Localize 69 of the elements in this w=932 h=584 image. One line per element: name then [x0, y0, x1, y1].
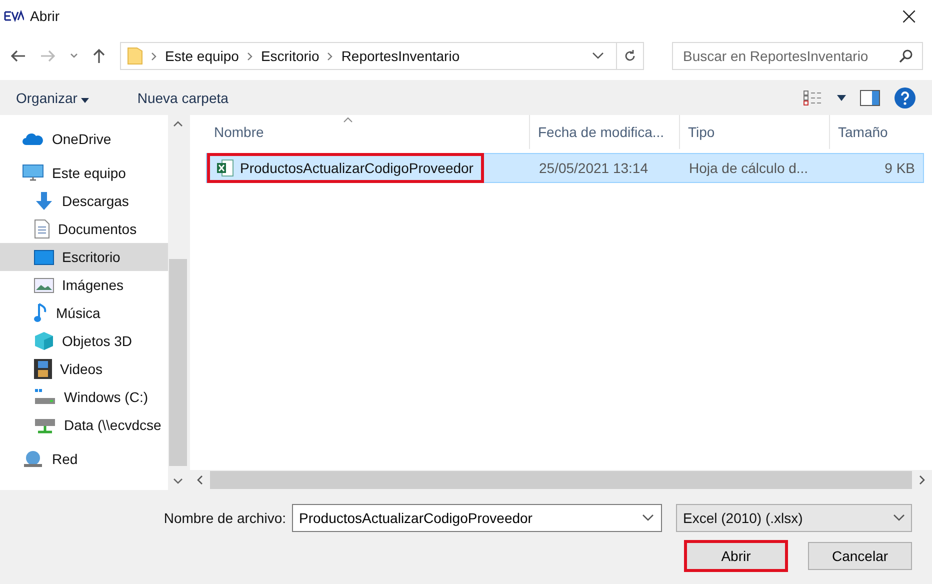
search-icon [899, 49, 913, 63]
nav-item[interactable]: Imágenes [0, 271, 168, 299]
column-header[interactable]: Fecha de modifica... [530, 115, 680, 149]
up-arrow-icon[interactable] [92, 48, 106, 64]
nav-item[interactable]: Red [0, 445, 168, 473]
file-name-cell: ProductosActualizarCodigoProveedor [207, 153, 484, 183]
horizontal-scrollbar[interactable] [190, 470, 932, 490]
document-icon [34, 219, 50, 239]
chevron-down-icon[interactable] [642, 514, 654, 522]
nav-item[interactable]: Escritorio [0, 243, 168, 271]
nav-item[interactable]: Documentos [0, 215, 168, 243]
size-cell-text: 9 KB [884, 160, 916, 176]
view-options-icon[interactable] [803, 90, 823, 106]
nav-item[interactable]: Videos [0, 355, 168, 383]
monitor-icon [22, 164, 44, 182]
new-folder-button[interactable]: Nueva carpeta [127, 86, 238, 110]
picture-icon [34, 278, 54, 292]
breadcrumb-item[interactable]: Este equipo [165, 48, 239, 64]
app-logo-icon [4, 10, 24, 22]
chevron-right-icon [151, 52, 157, 60]
chevron-right-icon [246, 52, 253, 60]
spreadsheet-icon [216, 159, 234, 177]
column-header[interactable]: Tipo [680, 115, 830, 149]
caret-down-icon[interactable] [837, 94, 846, 100]
date-cell-text: 25/05/2021 13:14 [538, 160, 649, 176]
breadcrumb-item[interactable]: ReportesInventario [341, 48, 460, 64]
nav-item[interactable]: Descargas [0, 187, 168, 215]
caret-down-icon [81, 98, 90, 102]
chevron-down-icon[interactable] [592, 52, 604, 60]
file-type-dropdown[interactable]: Excel (2010) (.xlsx) [676, 504, 912, 532]
column-header[interactable]: Nombre [190, 115, 530, 149]
file-name-field[interactable]: ProductosActualizarCodigoProveedor [292, 504, 662, 532]
nav-item[interactable]: Objetos 3D [0, 327, 168, 355]
address-bar[interactable]: Este equipo Escritorio ReportesInventario [120, 42, 644, 70]
help-icon[interactable] [894, 86, 916, 108]
nav-item[interactable]: Windows (C:) [0, 383, 168, 411]
window-title: Abrir [30, 8, 60, 24]
breadcrumb-item[interactable]: Escritorio [260, 48, 320, 64]
nav-item[interactable]: Data (\\ecvdcse [0, 411, 168, 439]
desktop-icon [34, 250, 54, 264]
chevron-down-icon[interactable] [70, 53, 78, 59]
scroll-down-icon[interactable] [173, 478, 183, 484]
scroll-left-icon[interactable] [197, 475, 203, 485]
nav-item[interactable]: Música [0, 299, 168, 327]
dialog-button[interactable]: Cancelar [808, 542, 912, 570]
preview-pane-icon[interactable] [860, 90, 880, 106]
column-header[interactable]: Tamaño [830, 115, 932, 149]
type-cell-text: Hoja de cálculo d... [688, 160, 810, 176]
scroll-up-icon[interactable] [173, 121, 183, 127]
back-arrow-icon[interactable] [10, 49, 26, 63]
nav-item[interactable]: OneDrive [0, 125, 168, 153]
folder-icon [127, 47, 143, 65]
scroll-right-icon[interactable] [919, 475, 925, 485]
chevron-down-icon [893, 514, 905, 522]
dialog-button[interactable]: Abrir [684, 540, 788, 572]
file-row[interactable]: ProductosActualizarCodigoProveedor 25/05/2021 13:14 Hoja de cálculo d... 9 KB [206, 153, 924, 183]
down-arrow-icon [34, 191, 54, 211]
cube-icon [34, 331, 54, 351]
music-note-icon [34, 303, 48, 323]
search-field[interactable]: Buscar en ReportesInventario [672, 42, 923, 70]
chevron-right-icon [327, 52, 334, 60]
cloud-icon [22, 132, 44, 146]
file-name-label: Nombre de archivo: [164, 510, 286, 526]
film-icon [34, 359, 52, 379]
sort-caret-icon [342, 117, 353, 123]
drive-icon [34, 388, 56, 406]
nav-item[interactable]: Este equipo [0, 159, 168, 187]
close-button[interactable]: × [886, 0, 932, 32]
organize-menu-button[interactable]: Organizar [6, 86, 100, 110]
